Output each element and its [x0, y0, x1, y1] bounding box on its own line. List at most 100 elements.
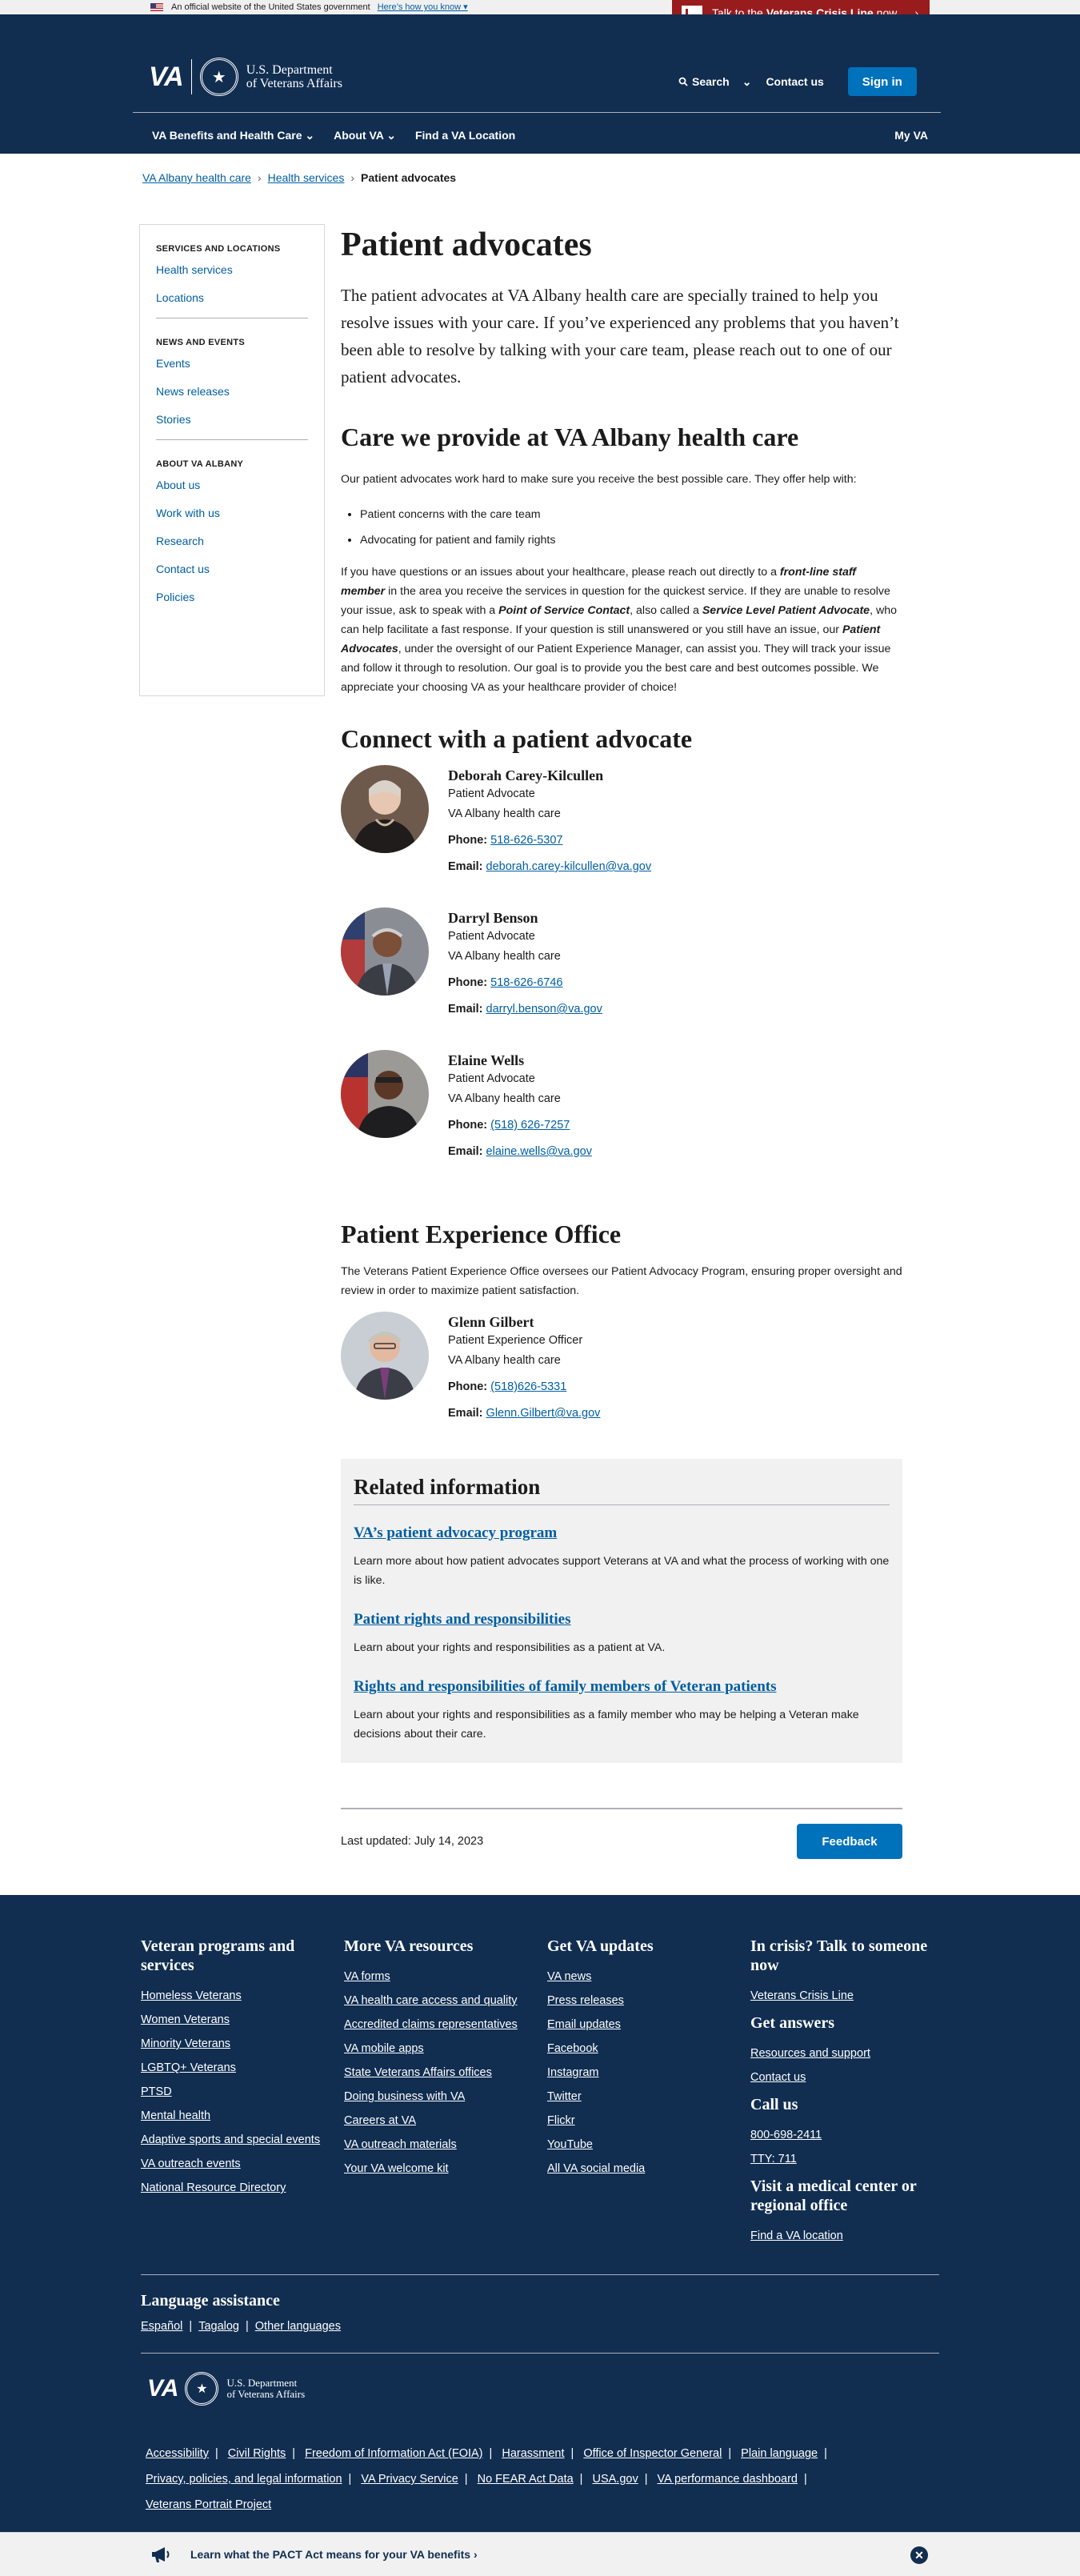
footer-link[interactable]: Accessibility: [146, 2447, 209, 2460]
footer-link[interactable]: VA news: [547, 1970, 750, 1983]
footer-link[interactable]: Press releases: [547, 1994, 750, 2007]
footer-link[interactable]: Women Veterans: [141, 2013, 344, 2026]
footer-tty-link[interactable]: TTY: 711: [750, 2153, 954, 2165]
footer-link[interactable]: Mental health: [141, 2109, 344, 2122]
footer-link[interactable]: Homeless Veterans: [141, 1989, 344, 2002]
footer-link[interactable]: Doing business with VA: [344, 2090, 547, 2103]
person-role: Patient Advocate: [448, 930, 535, 943]
sidebar-nav: SERVICES AND LOCATIONS Health services L…: [139, 224, 325, 696]
pact-act-link[interactable]: Learn what the PACT Act means for your V…: [190, 2548, 478, 2561]
sign-in-button[interactable]: Sign in: [847, 67, 917, 96]
lang-espanol[interactable]: Español: [141, 2320, 182, 2333]
footer-link[interactable]: USA.gov: [592, 2473, 638, 2486]
footer-link[interactable]: LGBTQ+ Veterans: [141, 2061, 344, 2074]
contact-us-link[interactable]: Contact us: [766, 75, 823, 88]
footer-link[interactable]: Resources and support: [750, 2047, 954, 2060]
sidebar-item-locations[interactable]: Locations: [156, 291, 308, 304]
sidebar-item-stories[interactable]: Stories: [156, 413, 308, 426]
footer-link[interactable]: Instagram: [547, 2066, 750, 2079]
related-link-family-rights[interactable]: Rights and responsibilities of family me…: [354, 1678, 890, 1696]
footer-link[interactable]: VA mobile apps: [344, 2042, 547, 2055]
footer-link[interactable]: Flickr: [547, 2114, 750, 2127]
care-list: Patient concerns with the care team Advo…: [360, 502, 902, 553]
close-icon[interactable]: ✕: [910, 2546, 928, 2564]
lang-other[interactable]: Other languages: [255, 2320, 341, 2333]
sidebar-item-contact-us[interactable]: Contact us: [156, 563, 308, 575]
lang-tagalog[interactable]: Tagalog: [198, 2320, 239, 2333]
footer-link[interactable]: Harassment: [502, 2447, 564, 2460]
va-logo[interactable]: VA ★ U.S. Department of Veterans Affairs: [149, 58, 342, 96]
footer-link[interactable]: Your VA welcome kit: [344, 2162, 547, 2175]
footer-phone-link[interactable]: 800-698-2411: [750, 2129, 954, 2141]
footer-link[interactable]: Freedom of Information Act (FOIA): [305, 2447, 482, 2460]
feedback-button[interactable]: Feedback: [797, 1824, 902, 1859]
footer-link[interactable]: Plain language: [741, 2447, 818, 2460]
footer-link[interactable]: VA forms: [344, 1970, 547, 1983]
footer-col-programs: Veteran programs and services Homeless V…: [141, 1937, 344, 2253]
email-link[interactable]: Glenn.Gilbert@va.gov: [486, 1407, 601, 1420]
footer-link[interactable]: Civil Rights: [228, 2447, 286, 2460]
footer-link[interactable]: State Veterans Affairs offices: [344, 2066, 547, 2079]
footer-link[interactable]: PTSD: [141, 2085, 344, 2098]
footer-link[interactable]: Email updates: [547, 2018, 750, 2031]
footer-link[interactable]: Facebook: [547, 2042, 750, 2055]
related-link-patient-rights[interactable]: Patient rights and responsibilities: [354, 1611, 890, 1629]
official-banner: An official website of the United States…: [0, 0, 1080, 26]
footer-link[interactable]: Contact us: [750, 2071, 954, 2084]
footer-link[interactable]: VA performance dashboard: [658, 2473, 798, 2486]
sidebar-item-events[interactable]: Events: [156, 357, 308, 370]
breadcrumb-health-services[interactable]: Health services: [268, 171, 345, 184]
menu-about-va[interactable]: About VA ⌄: [334, 129, 396, 142]
menu-my-va[interactable]: My VA: [894, 129, 928, 142]
footer-link[interactable]: All VA social media: [547, 2162, 750, 2175]
sidebar-item-about-us[interactable]: About us: [156, 479, 308, 491]
footer-link[interactable]: National Resource Directory: [141, 2181, 344, 2194]
sidebar-item-news-releases[interactable]: News releases: [156, 385, 308, 398]
how-you-know-link[interactable]: Here’s how you know ▾: [378, 2, 468, 12]
footer-link[interactable]: YouTube: [547, 2138, 750, 2151]
search-button[interactable]: Search ⌄: [678, 75, 751, 89]
phone-link[interactable]: 518-626-6746: [490, 976, 562, 989]
header-nav: Search ⌄ Contact us Sign in: [678, 67, 917, 96]
sidebar-item-policies[interactable]: Policies: [156, 591, 308, 603]
phone-link[interactable]: 518-626-5307: [490, 834, 562, 847]
related-desc: Learn more about how patient advocates s…: [354, 1555, 890, 1587]
footer-link[interactable]: Adaptive sports and special events: [141, 2133, 344, 2146]
footer-link[interactable]: Careers at VA: [344, 2114, 547, 2127]
footer-link[interactable]: VA outreach materials: [344, 2138, 547, 2151]
footer-link-crisis-line[interactable]: Veterans Crisis Line: [750, 1989, 954, 2002]
person-org: VA Albany health care: [448, 1354, 561, 1367]
phone-link[interactable]: (518)626-5331: [490, 1380, 566, 1393]
list-item: Advocating for patient and family rights: [360, 527, 902, 553]
footer-link[interactable]: Twitter: [547, 2090, 750, 2103]
related-link-advocacy-program[interactable]: VA’s patient advocacy program: [354, 1524, 890, 1542]
footer-link[interactable]: VA Privacy Service: [361, 2473, 458, 2486]
avatar: [341, 1050, 429, 1138]
footer-bottom-links: Accessibility | Civil Rights | Freedom of …: [146, 2447, 827, 2511]
person-card: Glenn Gilbert Patient Experience Officer…: [341, 1312, 902, 1443]
footer-link[interactable]: Veterans Portrait Project: [146, 2498, 271, 2511]
advocate-process-text: If you have questions or an issues about…: [341, 566, 897, 694]
footer-link-find-location[interactable]: Find a VA location: [750, 2229, 954, 2242]
avatar: [341, 765, 429, 853]
sidebar-heading: SERVICES AND LOCATIONS: [156, 244, 281, 254]
phone-link[interactable]: (518) 626-7257: [490, 1119, 570, 1132]
menu-benefits[interactable]: VA Benefits and Health Care ⌄: [152, 129, 314, 142]
menu-find-location[interactable]: Find a VA Location: [415, 129, 515, 142]
footer-link[interactable]: Privacy, policies, and legal information: [146, 2473, 342, 2486]
footer-link[interactable]: VA outreach events: [141, 2157, 344, 2170]
sidebar-item-health-services[interactable]: Health services: [156, 263, 308, 276]
footer-link[interactable]: Minority Veterans: [141, 2037, 344, 2050]
email-link[interactable]: deborah.carey-kilcullen@va.gov: [486, 860, 652, 873]
email-link[interactable]: darryl.benson@va.gov: [486, 1003, 602, 1016]
person-name: Elaine Wells: [448, 1052, 525, 1068]
footer-link[interactable]: No FEAR Act Data: [478, 2473, 574, 2486]
sidebar-item-work-with-us[interactable]: Work with us: [156, 507, 308, 519]
footer-va-logo[interactable]: VA ★ U.S. Department of Veterans Affairs: [147, 2372, 305, 2406]
email-link[interactable]: elaine.wells@va.gov: [486, 1145, 592, 1158]
breadcrumb-albany[interactable]: VA Albany health care: [142, 171, 251, 184]
footer-link[interactable]: Accredited claims representatives: [344, 2018, 547, 2031]
footer-link[interactable]: VA health care access and quality: [344, 1994, 547, 2007]
sidebar-item-research[interactable]: Research: [156, 535, 308, 547]
footer-link[interactable]: Office of Inspector General: [583, 2447, 722, 2460]
